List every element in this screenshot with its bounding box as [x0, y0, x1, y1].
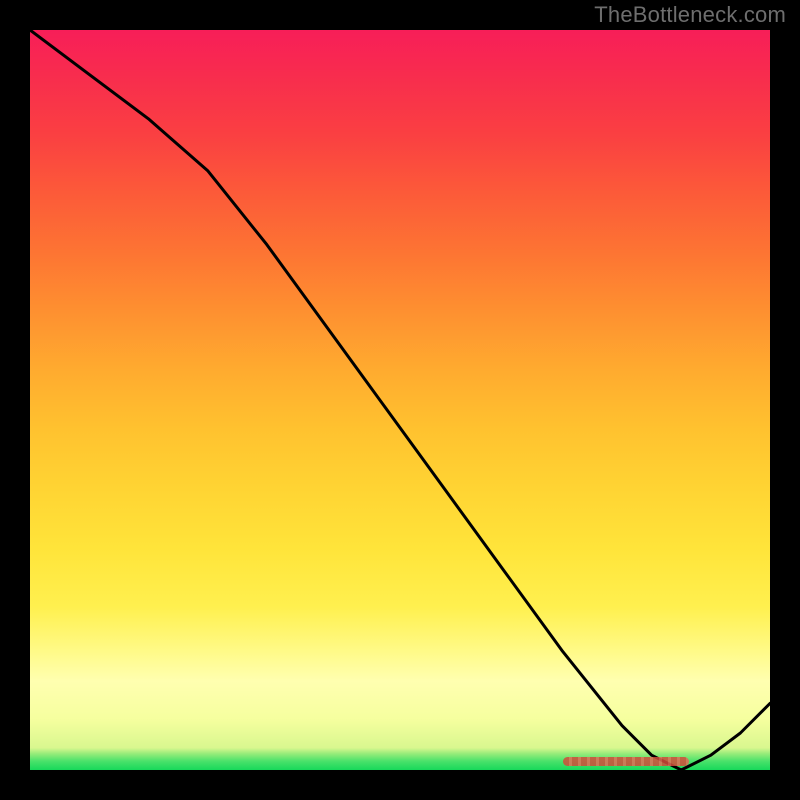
plot-area: [30, 30, 770, 770]
bottleneck-curve-line: [30, 30, 770, 770]
watermark-text: TheBottleneck.com: [594, 2, 786, 28]
line-series-svg: [30, 30, 770, 770]
chart-frame: TheBottleneck.com: [0, 0, 800, 800]
optimal-range-marker: [563, 757, 689, 766]
